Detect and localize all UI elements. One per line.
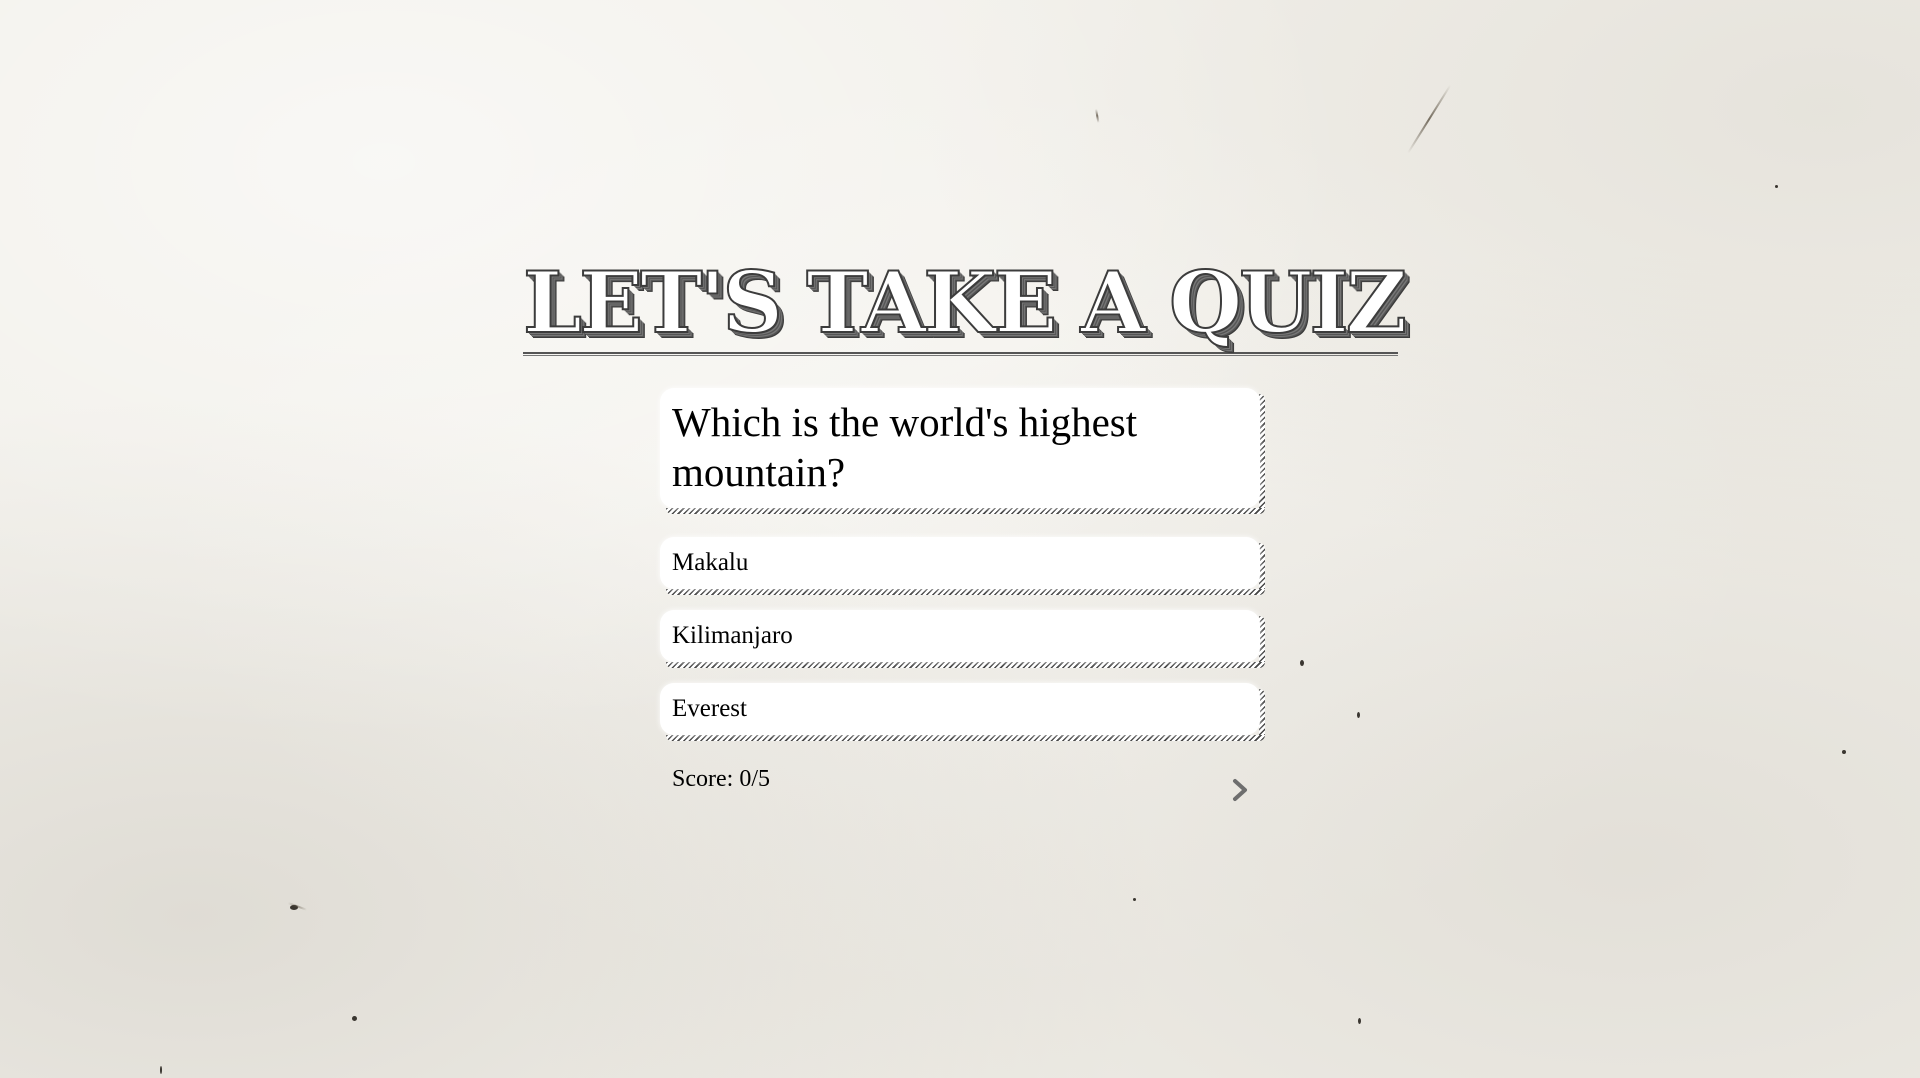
answer-label: Everest	[672, 695, 747, 722]
question-card: Which is the world's highest mountain?	[660, 388, 1265, 514]
speck	[1300, 660, 1304, 666]
speck	[1775, 185, 1778, 188]
speck	[1133, 898, 1136, 901]
answer-label: Kilimanjaro	[672, 622, 793, 649]
scratch	[1407, 84, 1452, 154]
next-button[interactable]	[1226, 774, 1254, 806]
speck	[1842, 750, 1846, 754]
score-text: Score: 0/5	[672, 766, 770, 792]
speck	[160, 1066, 162, 1074]
answer-label: Makalu	[672, 549, 749, 576]
scratch	[1095, 108, 1100, 123]
speck	[1358, 1018, 1361, 1024]
chevron-right-icon	[1233, 779, 1247, 801]
speck	[1357, 712, 1360, 718]
title-block: LET'S TAKE A QUIZ	[522, 253, 1408, 356]
answer-option-makalu[interactable]: Makalu	[660, 537, 1265, 595]
speck	[352, 1016, 357, 1021]
page-title: LET'S TAKE A QUIZ	[522, 253, 1408, 352]
question-text: Which is the world's highest mountain?	[672, 399, 1138, 495]
title-underline	[523, 352, 1398, 356]
answer-option-everest[interactable]: Everest	[660, 683, 1265, 741]
answer-option-kilimanjaro[interactable]: Kilimanjaro	[660, 610, 1265, 668]
